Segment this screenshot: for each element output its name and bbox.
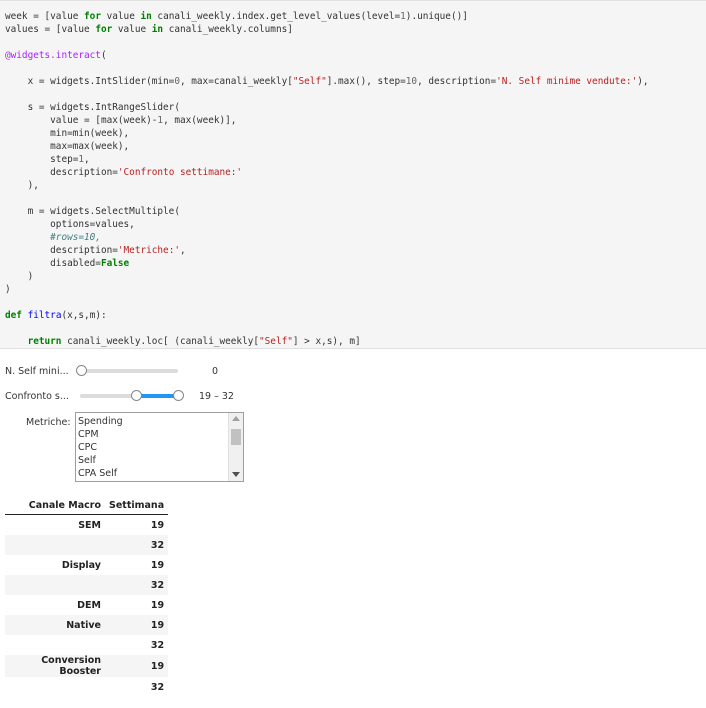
row-label xyxy=(5,575,105,595)
code-line: min=min(week), xyxy=(5,128,130,139)
table-row: DEM 19 xyxy=(5,595,168,615)
range-slider-label: Confronto s... xyxy=(5,391,69,402)
week-cell: 19 xyxy=(150,519,165,531)
row-label: Conversion Booster xyxy=(5,655,105,677)
week-cell: 19 xyxy=(150,599,165,611)
table-row: Conversion Booster 19 xyxy=(5,655,169,677)
code-line: ), xyxy=(5,180,39,191)
code-line: m = widgets.SelectMultiple( xyxy=(5,206,180,217)
table-row: 32 xyxy=(5,535,169,555)
code-line: description='Metriche:', xyxy=(5,245,186,256)
code-line: description='Confronto settimane:' xyxy=(5,167,243,178)
table-row: 32 xyxy=(5,677,168,697)
code-line: ) xyxy=(5,271,34,282)
self-slider-readout: 0 xyxy=(212,366,219,377)
metriche-option-self[interactable]: Self xyxy=(78,454,96,467)
row-label: Display xyxy=(61,559,101,571)
self-slider-track[interactable] xyxy=(80,369,178,373)
output-table: Canale Macro Settimana SEM 19 32 Display… xyxy=(5,496,169,697)
week-cell: 19 xyxy=(105,615,169,635)
code-editor[interactable]: week = [value for value in canali_weekly… xyxy=(5,10,649,348)
table-row: Display 19 xyxy=(5,555,168,575)
code-line: disabled=False xyxy=(5,258,130,269)
row-label: DEM xyxy=(77,599,101,611)
code-line: value = [max(week)-1, max(week)], xyxy=(5,115,237,126)
code-line: @widgets.interact( xyxy=(5,50,107,61)
range-slider-readout: 19 – 32 xyxy=(199,391,234,402)
column-header-settimana: Settimana xyxy=(105,496,169,515)
metriche-label: Metriche: xyxy=(26,417,71,428)
metriche-option-cpc[interactable]: CPC xyxy=(78,441,97,454)
metriche-option-cpa-self[interactable]: CPA Self xyxy=(78,467,117,480)
self-slider-label: N. Self mini... xyxy=(5,366,69,377)
code-line: return canali_weekly.loc[ (canali_weekly… xyxy=(27,336,361,347)
range-slider-high-handle[interactable] xyxy=(173,390,184,401)
week-cell: 32 xyxy=(105,535,169,555)
code-line: def filtra(x,s,m): xyxy=(5,310,107,321)
metriche-select[interactable]: Spending CPM CPC Self CPA Self xyxy=(75,412,244,482)
row-label xyxy=(5,635,105,655)
code-line: ) xyxy=(5,284,11,295)
code-line: week = [value for value in canali_weekly… xyxy=(5,11,468,22)
table-row: SEM 19 xyxy=(5,515,168,536)
week-cell: 19 xyxy=(150,559,165,571)
code-line: s = widgets.IntRangeSlider( xyxy=(5,102,180,113)
row-label: Native xyxy=(5,615,105,635)
row-label xyxy=(5,677,105,697)
code-line: options=values, xyxy=(5,219,135,230)
scrollbar-thumb[interactable] xyxy=(231,429,241,445)
code-cell[interactable]: week = [value for value in canali_weekly… xyxy=(0,0,706,349)
row-label xyxy=(5,535,105,555)
row-label: SEM xyxy=(78,519,101,531)
code-line: values = [value for value in canali_week… xyxy=(5,24,293,35)
metriche-scrollbar[interactable] xyxy=(228,413,243,481)
range-slider-low-handle[interactable] xyxy=(131,390,142,401)
week-cell: 19 xyxy=(105,655,169,677)
code-line: x = widgets.IntSlider(min=0, max=canali_… xyxy=(5,76,649,87)
code-line: max=max(week), xyxy=(5,141,130,152)
metriche-option-cpm[interactable]: CPM xyxy=(78,428,99,441)
week-cell: 32 xyxy=(150,639,165,651)
scroll-down-arrow-icon[interactable] xyxy=(232,472,240,477)
table-row: 32 xyxy=(5,575,169,595)
code-line: #rows=10, xyxy=(50,232,101,243)
table-row: Native 19 xyxy=(5,615,169,635)
column-header-canale-macro: Canale Macro xyxy=(5,496,105,515)
code-line: step=1, xyxy=(5,154,90,165)
self-slider-handle[interactable] xyxy=(76,365,87,376)
metriche-option-spending[interactable]: Spending xyxy=(78,415,123,428)
week-cell: 32 xyxy=(150,681,165,693)
week-cell: 32 xyxy=(105,575,169,595)
table-row: 32 xyxy=(5,635,168,655)
scroll-up-arrow-icon[interactable] xyxy=(232,416,240,421)
